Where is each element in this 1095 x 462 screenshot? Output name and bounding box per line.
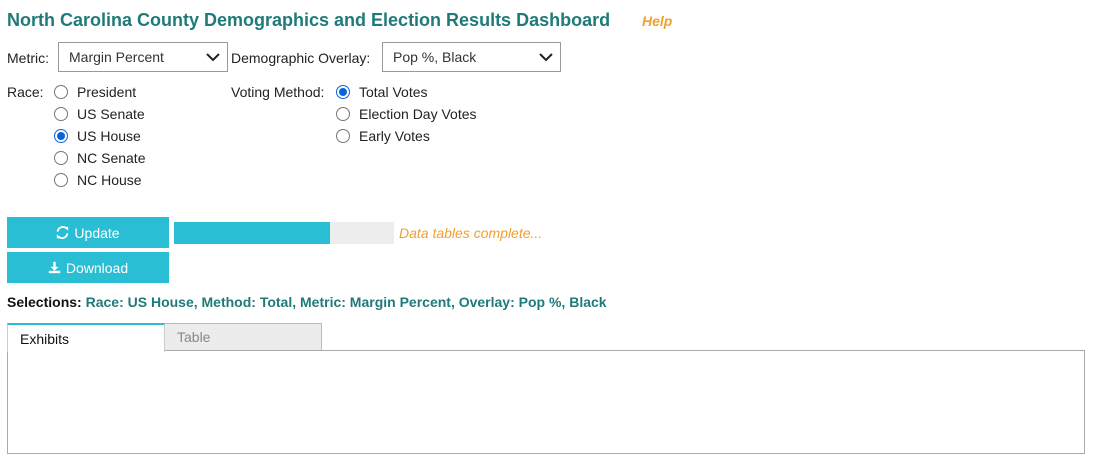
overlay-select[interactable]: Pop %, Black — [382, 42, 561, 72]
status-text: Data tables complete... — [399, 225, 543, 241]
download-button[interactable]: Download — [7, 252, 169, 283]
metric-label: Metric: — [7, 50, 49, 66]
progress-bar-fill — [174, 222, 331, 244]
tab-content-panel — [7, 350, 1085, 454]
race-option-us-senate[interactable]: US Senate — [54, 105, 145, 123]
race-option-label: NC House — [77, 172, 142, 188]
method-option-label: Election Day Votes — [359, 106, 477, 122]
selections-prefix: Selections: — [7, 294, 82, 310]
radio-button[interactable] — [54, 107, 68, 121]
progress-bar — [174, 222, 394, 244]
method-option-label: Total Votes — [359, 84, 428, 100]
download-button-label: Download — [65, 259, 129, 276]
race-option-nc-senate[interactable]: NC Senate — [54, 149, 145, 167]
race-option-us-house[interactable]: US House — [54, 127, 141, 145]
metric-select-value: Margin Percent — [69, 49, 164, 65]
refresh-icon — [56, 226, 69, 239]
method-option-election-day[interactable]: Election Day Votes — [336, 105, 477, 123]
radio-button-selected[interactable] — [336, 85, 350, 99]
help-link[interactable]: Help — [642, 13, 672, 29]
overlay-label: Demographic Overlay: — [231, 50, 371, 66]
method-option-label: Early Votes — [359, 128, 430, 144]
selections-text: Race: US House, Method: Total, Metric: M… — [85, 294, 607, 310]
tab-label: Table — [177, 329, 211, 345]
race-option-label: President — [77, 84, 137, 100]
page-title: North Carolina County Demographics and E… — [7, 10, 611, 30]
overlay-select-value: Pop %, Black — [393, 49, 477, 65]
radio-button[interactable] — [54, 151, 68, 165]
tab-label: Exhibits — [20, 330, 70, 347]
update-button[interactable]: Update — [7, 217, 169, 248]
tab-table[interactable]: Table — [164, 323, 322, 351]
radio-button-selected[interactable] — [54, 129, 68, 143]
race-option-label: US Senate — [77, 106, 145, 122]
update-button-label: Update — [74, 224, 120, 241]
download-icon — [48, 261, 61, 274]
race-option-nc-house[interactable]: NC House — [54, 171, 142, 189]
metric-select[interactable]: Margin Percent — [58, 42, 228, 72]
race-option-label: NC Senate — [77, 150, 146, 166]
radio-button[interactable] — [336, 129, 350, 143]
race-option-president[interactable]: President — [54, 83, 136, 101]
radio-button[interactable] — [54, 85, 68, 99]
chevron-down-icon — [539, 53, 553, 62]
tab-exhibits[interactable]: Exhibits — [7, 323, 165, 352]
race-label: Race: — [7, 84, 44, 100]
race-option-label: US House — [77, 128, 141, 144]
radio-button[interactable] — [54, 173, 68, 187]
selections-summary: Selections: Race: US House, Method: Tota… — [7, 294, 607, 310]
chevron-down-icon — [206, 53, 220, 62]
method-option-total[interactable]: Total Votes — [336, 83, 428, 101]
radio-button[interactable] — [336, 107, 350, 121]
method-label: Voting Method: — [231, 84, 325, 100]
method-option-early[interactable]: Early Votes — [336, 127, 430, 145]
